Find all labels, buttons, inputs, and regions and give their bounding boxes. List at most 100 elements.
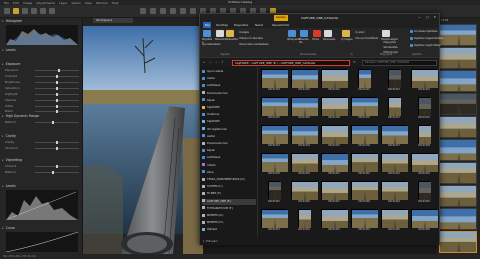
- browser-thumbnail[interactable]: [439, 93, 477, 115]
- up-arrow-icon[interactable]: ↑: [221, 60, 224, 64]
- slider-thumb[interactable]: [56, 165, 58, 168]
- file-thumbnail[interactable]: DSC01225: [260, 97, 288, 125]
- adjust-slider[interactable]: [35, 75, 79, 78]
- section-exposure[interactable]: Exposure: [2, 62, 81, 67]
- refresh-icon[interactable]: ↻: [353, 60, 356, 64]
- section-vignetting[interactable]: Vignetting: [2, 158, 81, 163]
- file-thumbnail[interactable]: DSC01220: [290, 69, 318, 97]
- file-thumbnail[interactable]: DSC01235: [320, 125, 348, 153]
- file-thumbnail[interactable]: DSC01224: [410, 69, 438, 97]
- slider-thumb[interactable]: [58, 69, 61, 72]
- nav-item[interactable]: Képek: [202, 148, 215, 154]
- nav-item[interactable]: SAJÁTGÉP: [202, 105, 220, 111]
- file-thumbnail[interactable]: DSC01234: [290, 125, 318, 153]
- file-thumbnail[interactable]: DSC01238: [410, 125, 438, 153]
- ribbon-small-option[interactable]: · Parancsikon beillesztése: [238, 43, 269, 46]
- file-thumbnail[interactable]: DSC01249: [380, 181, 408, 209]
- undo-icon[interactable]: [22, 8, 28, 14]
- file-thumbnail[interactable]: DSC01232: [410, 97, 438, 125]
- browser-thumbnail[interactable]: [439, 139, 477, 161]
- file-thumbnail[interactable]: DSC01256: [410, 209, 438, 237]
- slider-thumb[interactable]: [56, 110, 58, 113]
- ribbon-button-icon[interactable]: [288, 30, 296, 37]
- nav-item[interactable]: Hálózat: [202, 227, 217, 233]
- capture-icon[interactable]: [13, 8, 19, 14]
- brush-icon[interactable]: [170, 8, 176, 14]
- nav-item[interactable]: Asztal: [202, 134, 215, 140]
- file-thumbnail[interactable]: DSC01218: [260, 69, 288, 97]
- file-thumbnail[interactable]: DSC01250: [410, 181, 438, 209]
- gradient-icon[interactable]: [190, 8, 196, 14]
- eraser-icon[interactable]: [180, 8, 186, 14]
- browser-thumbnail[interactable]: [439, 185, 477, 207]
- keystone-icon[interactable]: [150, 8, 156, 14]
- adjust-slider[interactable]: [35, 165, 79, 168]
- file-thumbnail[interactable]: DSC01252: [290, 209, 318, 237]
- nav-item[interactable]: 3D objektumok: [202, 127, 227, 133]
- adjust-slider[interactable]: [35, 105, 79, 108]
- nav-item[interactable]: MENTÉS (H:): [202, 220, 223, 226]
- file-thumbnail[interactable]: DSC01251: [260, 209, 288, 237]
- select-option-icon[interactable]: [410, 37, 413, 40]
- adjust-slider[interactable]: [35, 171, 79, 174]
- adjust-slider[interactable]: [35, 110, 79, 113]
- ribbon-button-label[interactable]: Új mappa: [341, 38, 353, 42]
- nav-item[interactable]: FILMEK (F:): [202, 191, 221, 197]
- file-thumbnail[interactable]: DSC01245: [260, 181, 288, 209]
- recent-locations-icon[interactable]: ⌄: [215, 60, 218, 64]
- nav-item[interactable]: Dokumentumok: [202, 91, 228, 97]
- file-thumbnail[interactable]: DSC01226: [290, 97, 318, 125]
- file-thumbnail[interactable]: DSC01230: [350, 97, 378, 125]
- adjust-slider[interactable]: [35, 141, 79, 144]
- slider-thumb[interactable]: [56, 147, 58, 150]
- section-high-dynamic-range[interactable]: High Dynamic Range: [2, 114, 81, 119]
- ribbon-small-option[interactable]: · Szerkesztés: [382, 46, 398, 49]
- nav-item[interactable]: FOTOARCHIVUM (F:): [202, 206, 233, 212]
- section-levels[interactable]: Levels: [2, 184, 81, 189]
- nav-item[interactable]: Letöltések: [202, 155, 220, 161]
- file-thumbnail[interactable]: DSC01228: [320, 97, 348, 125]
- file-thumbnail[interactable]: DSC01241: [320, 153, 348, 181]
- ribbon-small-option[interactable]: · Elérési út másolása: [238, 37, 263, 40]
- ribbon-button-label[interactable]: Rögzítés a Gyorselérésben: [202, 38, 221, 47]
- adjust-slider[interactable]: [35, 121, 79, 124]
- close-icon[interactable]: ✕: [433, 15, 436, 19]
- adjust-slider[interactable]: [35, 81, 79, 84]
- select-option-label[interactable]: Kijelölés megszüntetése: [414, 37, 443, 40]
- file-thumbnail[interactable]: DSC01253: [320, 209, 348, 237]
- file-thumbnail[interactable]: DSC01236: [350, 125, 378, 153]
- back-arrow-icon[interactable]: ←: [203, 60, 206, 64]
- ribbon-small-option[interactable]: · Könnyű hozzáférés: [354, 37, 378, 40]
- nav-item[interactable]: Zene: [202, 170, 214, 176]
- rotate-icon[interactable]: [140, 8, 146, 14]
- ribbon-small-option[interactable]: · Megnyitás: [382, 41, 396, 44]
- section-curve[interactable]: Curve: [2, 226, 81, 231]
- select-option-label[interactable]: Az összes kijelölése: [414, 30, 438, 33]
- ribbon-button-label[interactable]: Beillesztés: [225, 38, 238, 42]
- ribbon-button-icon[interactable]: [382, 30, 390, 37]
- file-thumbnail[interactable]: DSC01247: [320, 181, 348, 209]
- ribbon-button-icon[interactable]: [203, 30, 211, 37]
- import-icon[interactable]: [4, 8, 10, 14]
- adjust-slider[interactable]: [35, 147, 79, 150]
- file-thumbnail[interactable]: DSC01237: [380, 125, 408, 153]
- file-thumbnail[interactable]: DSC01243: [380, 153, 408, 181]
- select-option-icon[interactable]: [410, 44, 413, 47]
- nav-item[interactable]: Dokumentumok: [202, 141, 228, 147]
- file-thumbnail[interactable]: DSC01242: [350, 153, 378, 181]
- browser-thumbnail[interactable]: [439, 70, 477, 92]
- slider-thumb[interactable]: [56, 75, 58, 78]
- file-thumbnail[interactable]: DSC01223: [380, 69, 408, 97]
- ribbon-button-icon[interactable]: [300, 30, 308, 37]
- browser-thumbnail[interactable]: [439, 162, 477, 184]
- browser-thumbnail[interactable]: [439, 231, 477, 253]
- slider-thumb[interactable]: [56, 141, 58, 144]
- redo-icon[interactable]: [31, 8, 37, 14]
- file-thumbnail[interactable]: DSC01255: [380, 209, 408, 237]
- file-explorer-window[interactable]: CAPTURE_ONE_CATALOG Kezelés — ▢ ✕ Fájl K…: [199, 13, 443, 245]
- section-clarity[interactable]: Clarity: [2, 134, 81, 139]
- ribbon-button-icon[interactable]: [226, 30, 234, 37]
- nav-item[interactable]: Asztal: [202, 76, 215, 82]
- file-thumbnail[interactable]: DSC01248: [350, 181, 378, 209]
- ribbon-button-label[interactable]: Átnevezés: [323, 38, 335, 42]
